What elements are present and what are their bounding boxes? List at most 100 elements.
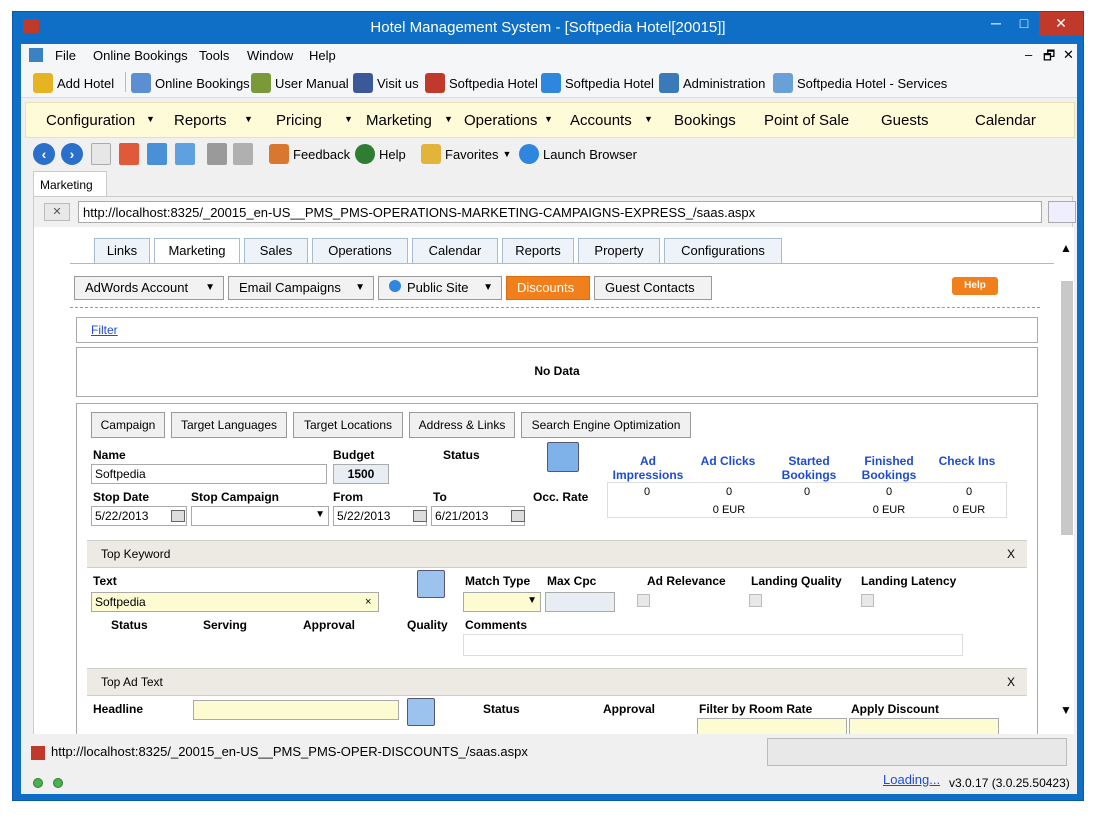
menu-operations[interactable]: Operations xyxy=(464,112,537,129)
serving-label: Serving xyxy=(203,618,248,632)
subtab-address-links[interactable]: Address & Links xyxy=(409,412,515,438)
favorites-button[interactable]: Favorites ▼ xyxy=(421,143,511,165)
maximize-button[interactable]: □ xyxy=(1009,12,1039,36)
launch-browser-button[interactable]: Launch Browser xyxy=(519,143,637,165)
online-bookings-button[interactable]: Online Bookings xyxy=(131,72,250,94)
globe-icon xyxy=(389,280,401,292)
tab-calendar[interactable]: Calendar xyxy=(412,238,498,264)
filter-panel: Filter xyxy=(76,317,1038,343)
subtab-target-languages[interactable]: Target Languages xyxy=(171,412,287,438)
home-icon[interactable] xyxy=(175,143,195,165)
go-icon[interactable] xyxy=(1048,201,1076,223)
search-magnifier-icon[interactable] xyxy=(547,442,579,472)
email-campaigns-dropdown[interactable]: Email Campaigns ▼ xyxy=(228,276,374,300)
url-input[interactable]: http://localhost:8325/_20015_en-US__PMS_… xyxy=(78,201,1042,223)
clear-url-button[interactable]: ✕ xyxy=(44,203,70,221)
stop-date-label: Stop Date xyxy=(93,490,150,504)
loading-link[interactable]: Loading... xyxy=(883,772,940,787)
calendar-icon[interactable] xyxy=(511,510,525,522)
clear-icon[interactable]: × xyxy=(365,596,371,608)
tab-configurations[interactable]: Configurations xyxy=(664,238,782,264)
comments-field[interactable] xyxy=(463,634,963,656)
keyword-tree-icon[interactable] xyxy=(417,570,445,598)
menu-configuration[interactable]: Configuration xyxy=(46,112,135,129)
guest-contacts-button[interactable]: Guest Contacts xyxy=(594,276,712,300)
tab-reports[interactable]: Reports xyxy=(502,238,574,264)
name-field[interactable]: Softpedia xyxy=(91,464,327,484)
to-label: To xyxy=(433,490,447,504)
print-icon[interactable] xyxy=(207,143,227,165)
mdi-minimize-button[interactable]: – xyxy=(1025,47,1032,62)
refresh-icon[interactable] xyxy=(147,143,167,165)
menu-bookings[interactable]: Bookings xyxy=(674,112,736,129)
forward-icon[interactable]: › xyxy=(61,143,83,165)
top-ad-text-header: Top Ad Text X xyxy=(87,668,1027,696)
menu-online-bookings[interactable]: Online Bookings xyxy=(93,48,188,63)
menu-reports[interactable]: Reports xyxy=(174,112,227,129)
menu-point-of-sale[interactable]: Point of Sale xyxy=(764,112,849,129)
subtab-campaign[interactable]: Campaign xyxy=(91,412,165,438)
administration-button[interactable]: Administration xyxy=(659,72,765,94)
menu-window[interactable]: Window xyxy=(247,48,293,63)
top-ad-text-close-button[interactable]: X xyxy=(1007,669,1015,695)
public-site-dropdown[interactable]: Public Site ▼ xyxy=(378,276,502,300)
subtab-target-locations[interactable]: Target Locations xyxy=(293,412,403,438)
services-button[interactable]: Softpedia Hotel - Services xyxy=(773,72,947,94)
network-icon xyxy=(131,73,151,93)
main-menu: Configuration ▼ Reports ▼ Pricing ▼ Marketi… xyxy=(25,102,1075,138)
stop-icon[interactable] xyxy=(119,143,139,165)
ad-relevance-checkbox[interactable] xyxy=(637,594,650,607)
max-cpc-input[interactable] xyxy=(545,592,615,612)
tab-marketing[interactable]: Marketing xyxy=(154,238,240,264)
landing-quality-checkbox[interactable] xyxy=(749,594,762,607)
menu-calendar[interactable]: Calendar xyxy=(975,112,1036,129)
help-toolbar-button[interactable]: Help xyxy=(355,143,406,165)
scroll-thumb[interactable] xyxy=(1061,281,1073,535)
top-keyword-close-button[interactable]: X xyxy=(1007,541,1015,567)
subtab-seo[interactable]: Search Engine Optimization xyxy=(521,412,691,438)
keyword-text-input[interactable]: Softpedia xyxy=(91,592,379,612)
menu-accounts[interactable]: Accounts xyxy=(570,112,632,129)
tab-property[interactable]: Property xyxy=(578,238,660,264)
menu-help[interactable]: Help xyxy=(309,48,336,63)
doc-tab-marketing[interactable]: Marketing xyxy=(33,171,107,197)
landing-latency-checkbox[interactable] xyxy=(861,594,874,607)
tab-operations[interactable]: Operations xyxy=(312,238,408,264)
help-button[interactable]: Help xyxy=(952,277,998,295)
scroll-down-icon[interactable]: ▼ xyxy=(1060,703,1072,717)
calendar-icon[interactable] xyxy=(171,510,185,522)
menu-file[interactable]: File xyxy=(55,48,76,63)
match-type-select[interactable]: ▼ xyxy=(463,592,541,612)
visit-us-button[interactable]: Visit us xyxy=(353,72,419,94)
vertical-scrollbar[interactable]: ▲ ▼ xyxy=(1058,227,1074,737)
mdi-close-button[interactable]: ✕ xyxy=(1063,47,1074,63)
stop-campaign-select[interactable]: ▼ xyxy=(191,506,329,526)
scroll-up-icon[interactable]: ▲ xyxy=(1060,241,1072,255)
email-label: Email Campaigns xyxy=(239,280,341,295)
softpedia-hotel-web-button[interactable]: Softpedia Hotel xyxy=(541,72,654,94)
new-page-icon[interactable] xyxy=(91,143,111,165)
filter-room-rate-label: Filter by Room Rate xyxy=(699,702,813,716)
adwords-account-dropdown[interactable]: AdWords Account ▼ xyxy=(74,276,224,300)
tab-links[interactable]: Links xyxy=(94,238,150,264)
minimize-button[interactable]: ─ xyxy=(981,12,1011,36)
menu-tools[interactable]: Tools xyxy=(199,48,229,63)
softpedia-hotel-button[interactable]: Softpedia Hotel xyxy=(425,72,538,94)
headline-input[interactable] xyxy=(193,700,399,720)
back-icon[interactable]: ‹ xyxy=(33,143,55,165)
menu-guests[interactable]: Guests xyxy=(881,112,929,129)
address-bar: ✕ http://localhost:8325/_20015_en-US__PM… xyxy=(34,197,1076,227)
headline-tree-icon[interactable] xyxy=(407,698,435,726)
menu-pricing[interactable]: Pricing xyxy=(276,112,322,129)
budget-field[interactable]: 1500 xyxy=(333,464,389,484)
add-hotel-button[interactable]: Add Hotel xyxy=(33,72,114,94)
discounts-button[interactable]: Discounts xyxy=(506,276,590,300)
print-preview-icon[interactable] xyxy=(233,143,253,165)
close-button[interactable]: ✕ xyxy=(1039,12,1083,36)
menu-marketing[interactable]: Marketing xyxy=(366,112,432,129)
tab-sales[interactable]: Sales xyxy=(244,238,308,264)
filter-link[interactable]: Filter xyxy=(91,323,118,337)
calendar-icon[interactable] xyxy=(413,510,427,522)
feedback-button[interactable]: Feedback xyxy=(269,143,350,165)
user-manual-button[interactable]: User Manual xyxy=(251,72,349,94)
